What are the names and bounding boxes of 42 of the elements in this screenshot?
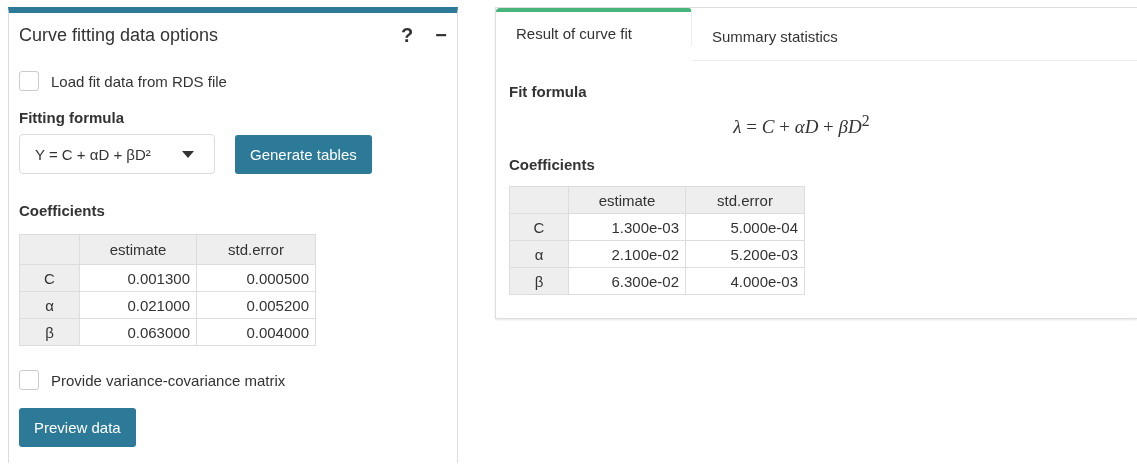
checkbox[interactable] [19,370,39,390]
table-cell: 0.004000 [196,318,316,346]
formula-dropdown[interactable]: Y = C + αD + βD² [19,134,215,174]
caret-icon [182,150,194,158]
collapse-button[interactable]: − [435,23,447,47]
row-header: α [509,240,569,268]
table-cell: 0.005200 [196,291,316,319]
section-label: Fit formula [509,83,588,100]
table-cell: 1.300e-03 [568,213,686,241]
section-label: Coefficients [509,156,596,174]
table-cell: 4.000e-03 [685,267,805,295]
checkbox-label: Load fit data from RDS file [51,72,227,90]
table-cell: 0.000500 [196,264,316,292]
column-header: estimate [568,186,686,214]
column-header: estimate [79,234,197,265]
table-cell: 0.063000 [79,318,197,346]
checkbox[interactable] [19,71,39,91]
tab[interactable]: Summary statistics [692,8,858,61]
column-header: std.error [685,186,805,214]
help-button[interactable]: ? [401,23,414,47]
checkbox-label: Provide variance-covariance matrix [51,371,286,389]
column-header: std.error [196,234,316,265]
row-header: β [19,318,80,346]
table-cell: 5.000e-04 [685,213,805,241]
corner-cell [509,186,569,214]
section-label: Coefficients [19,202,106,219]
section-label: Fitting formula [19,109,125,126]
table-cell: 6.300e-02 [568,267,686,295]
table-cell: 5.200e-03 [685,240,805,268]
row-header: C [19,264,80,292]
table-cell: 0.001300 [79,264,197,292]
row-header: α [19,291,80,319]
formula: λ = C + αD + βD$^{2}$ [733,112,870,139]
generate-tables-button[interactable]: Generate tables [235,134,372,174]
table-cell: 2.100e-02 [568,240,686,268]
panel-title: Curve fitting data options [19,24,220,46]
row-header: β [509,267,569,295]
preview-data-button[interactable]: Preview data [19,408,136,447]
table-cell: 0.021000 [79,291,197,319]
row-header: C [509,213,569,241]
corner-cell [19,234,80,265]
tab[interactable]: Result of curve fit [496,8,692,48]
